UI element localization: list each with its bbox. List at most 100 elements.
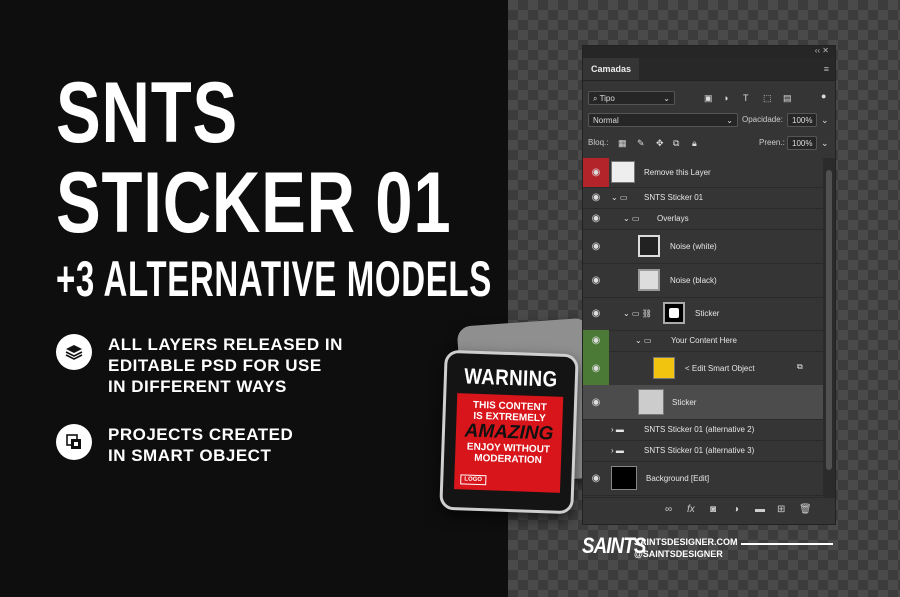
lock-all-icon[interactable]: 🔒︎ xyxy=(692,136,697,150)
lock-transparent-icon[interactable]: ▦ xyxy=(618,136,627,150)
sticker-warning: WARNING xyxy=(463,363,558,392)
layer-name: < Edit Smart Object xyxy=(685,364,755,373)
visibility-eye-icon[interactable]: ◉ xyxy=(583,385,609,419)
visibility-eye-icon[interactable]: ◉ xyxy=(583,158,609,187)
blend-mode-select[interactable]: Normal ⌄ xyxy=(588,113,738,127)
expand-chevron-icon[interactable]: ⌄ ▭ xyxy=(635,336,651,345)
layer-row[interactable]: ◉ Background [Edit] xyxy=(583,461,823,496)
layer-name: Noise (white) xyxy=(670,242,717,251)
opacity-label: Opacidade: xyxy=(742,115,783,124)
opacity-input[interactable]: 100% xyxy=(787,113,817,127)
lock-pixels-icon[interactable]: ✎ xyxy=(637,136,645,150)
layer-thumbnail xyxy=(638,235,660,257)
visibility-eye-icon[interactable]: ◉ xyxy=(583,229,609,263)
layer-name: Background [Edit] xyxy=(646,474,710,483)
layer-row[interactable]: ◉ ⌄ ▭ Your Content Here xyxy=(583,330,823,352)
layer-row[interactable]: ◉ ⌄ ▭ SNTS Sticker 01 xyxy=(583,187,823,209)
feature-smart-object: PROJECTS CREATED IN SMART OBJECT xyxy=(56,424,293,466)
opacity-chevron-icon[interactable]: ⌄ xyxy=(821,113,829,127)
layer-row[interactable]: › ▬ SNTS Sticker 01 (alternative 2) xyxy=(583,419,823,441)
layer-name: Overlays xyxy=(657,214,689,223)
layer-name: SNTS Sticker 01 xyxy=(644,193,704,202)
panel-titlebar: ‹‹ ✕ xyxy=(583,46,835,58)
smart-object-badge-icon: ⧉ xyxy=(797,362,803,371)
layer-name: SNTS Sticker 01 (alternative 3) xyxy=(644,446,755,455)
brand-handle: @SAINTSDESIGNER xyxy=(634,549,723,559)
hero-subtitle: +3 ALTERNATIVE MODELS xyxy=(56,251,492,307)
visibility-eye-icon[interactable]: ◉ xyxy=(583,351,609,385)
expand-chevron-icon[interactable]: › ▬ xyxy=(611,425,624,434)
expand-chevron-icon[interactable]: ⌄ ▭ ⛓ xyxy=(623,309,652,318)
fill-label: Preen.: xyxy=(759,138,785,147)
hero-title-line2: STICKER 01 xyxy=(56,155,452,251)
panel-collapse-close[interactable]: ‹‹ ✕ xyxy=(815,46,829,55)
filter-pixel-icon[interactable]: ▣ xyxy=(704,91,713,105)
layer-row[interactable]: › ▬ SNTS Sticker 01 (alternative 3) xyxy=(583,440,823,462)
visibility-eye-icon[interactable]: ◉ xyxy=(583,263,609,297)
scrollbar-thumb[interactable] xyxy=(826,170,832,470)
filter-shape-icon[interactable]: ⬚ xyxy=(763,91,772,105)
expand-chevron-icon[interactable]: ⌄ ▭ xyxy=(623,214,639,223)
layers-list: ◉ Remove this Layer ◉ ⌄ ▭ SNTS Sticker 0… xyxy=(583,158,823,498)
blend-mode-value: Normal xyxy=(593,116,619,125)
visibility-eye-icon[interactable]: ◉ xyxy=(583,461,609,495)
new-layer-icon[interactable]: ⊞ xyxy=(777,504,785,515)
layer-name: Remove this Layer xyxy=(644,168,711,177)
visibility-eye-icon[interactable]: ◉ xyxy=(583,330,609,351)
layer-row[interactable]: ◉ ⌄ ▭ ⛓ Sticker xyxy=(583,297,823,331)
smart-object-icon xyxy=(56,424,92,460)
lock-label: Bloq.: xyxy=(588,138,609,147)
trash-icon[interactable]: 🗑 xyxy=(799,504,812,515)
visibility-eye-icon xyxy=(583,440,609,461)
filter-kind-select[interactable]: ⌕ Tipo ⌄ xyxy=(588,91,675,105)
expand-chevron-icon[interactable]: › ▬ xyxy=(611,446,624,455)
layers-panel: ‹‹ ✕ Camadas ≡ ⌕ Tipo ⌄ ▣ ◑ T ⬚ ▤ ● Norma… xyxy=(582,45,836,525)
layer-row[interactable]: ◉ Noise (white) xyxy=(583,229,823,264)
feature-layers: ALL LAYERS RELEASED IN EDITABLE PSD FOR … xyxy=(56,334,343,397)
layers-scrollbar[interactable] xyxy=(823,158,835,498)
visibility-eye-icon[interactable]: ◉ xyxy=(583,208,609,229)
layer-row[interactable]: ◉ < Edit Smart Object ⧉ xyxy=(583,351,823,386)
mask-icon[interactable]: ◙ xyxy=(710,504,716,515)
layer-name: Noise (black) xyxy=(670,276,717,285)
panel-tabs: Camadas ≡ xyxy=(583,58,835,81)
filter-toggle-icon[interactable]: ● xyxy=(821,89,826,103)
filter-smart-object-icon[interactable]: ▤ xyxy=(783,91,792,105)
feature-text: ALL LAYERS RELEASED IN EDITABLE PSD FOR … xyxy=(108,335,343,396)
panel-menu-icon[interactable]: ≡ xyxy=(824,64,829,74)
sticker-front: WARNING THIS CONTENT IS EXTREMELY AMAZIN… xyxy=(439,349,579,515)
lock-artboard-icon[interactable]: ⧉ xyxy=(673,136,679,150)
sticker-logo: LOGO xyxy=(460,474,487,486)
layer-thumbnail xyxy=(611,466,637,490)
layer-thumbnail xyxy=(638,269,660,291)
link-icon[interactable]: ∞ xyxy=(665,504,672,515)
brand-divider xyxy=(741,543,833,545)
layer-row-selected[interactable]: ◉ Sticker xyxy=(583,385,823,420)
fx-icon[interactable]: fx xyxy=(687,504,695,515)
visibility-eye-icon[interactable]: ◉ xyxy=(583,187,609,208)
fill-input[interactable]: 100% xyxy=(787,136,817,150)
tab-camadas[interactable]: Camadas xyxy=(583,58,640,80)
filter-adjustment-icon[interactable]: ◑ xyxy=(723,91,728,105)
brand-site: SAINTSDESIGNER.COM xyxy=(634,537,738,547)
layer-name: Sticker xyxy=(695,309,720,318)
fill-chevron-icon[interactable]: ⌄ xyxy=(821,136,829,150)
expand-chevron-icon[interactable]: ⌄ ▭ xyxy=(611,193,627,202)
filter-type-icon[interactable]: T xyxy=(743,91,749,105)
folder-icon[interactable]: ▬ xyxy=(755,504,765,515)
smart-object-thumbnail xyxy=(653,357,675,379)
layer-thumbnail xyxy=(611,161,635,183)
layer-row[interactable]: ◉ ⌄ ▭ Overlays xyxy=(583,208,823,230)
visibility-eye-icon xyxy=(583,419,609,440)
adjustment-icon[interactable]: ◑ xyxy=(733,504,739,515)
sticker-red-box: THIS CONTENT IS EXTREMELY AMAZING ENJOY … xyxy=(453,393,564,493)
layers-icon xyxy=(56,334,92,370)
lock-position-icon[interactable]: ✥ xyxy=(656,136,664,150)
mask-thumbnail xyxy=(663,302,685,324)
layer-row[interactable]: ◉ Remove this Layer xyxy=(583,158,823,188)
filter-kind-value: Tipo xyxy=(599,94,615,103)
layer-name: Sticker xyxy=(672,398,697,407)
layer-row[interactable]: ◉ Noise (black) xyxy=(583,263,823,298)
layer-thumbnail xyxy=(638,389,664,415)
visibility-eye-icon[interactable]: ◉ xyxy=(583,297,609,330)
